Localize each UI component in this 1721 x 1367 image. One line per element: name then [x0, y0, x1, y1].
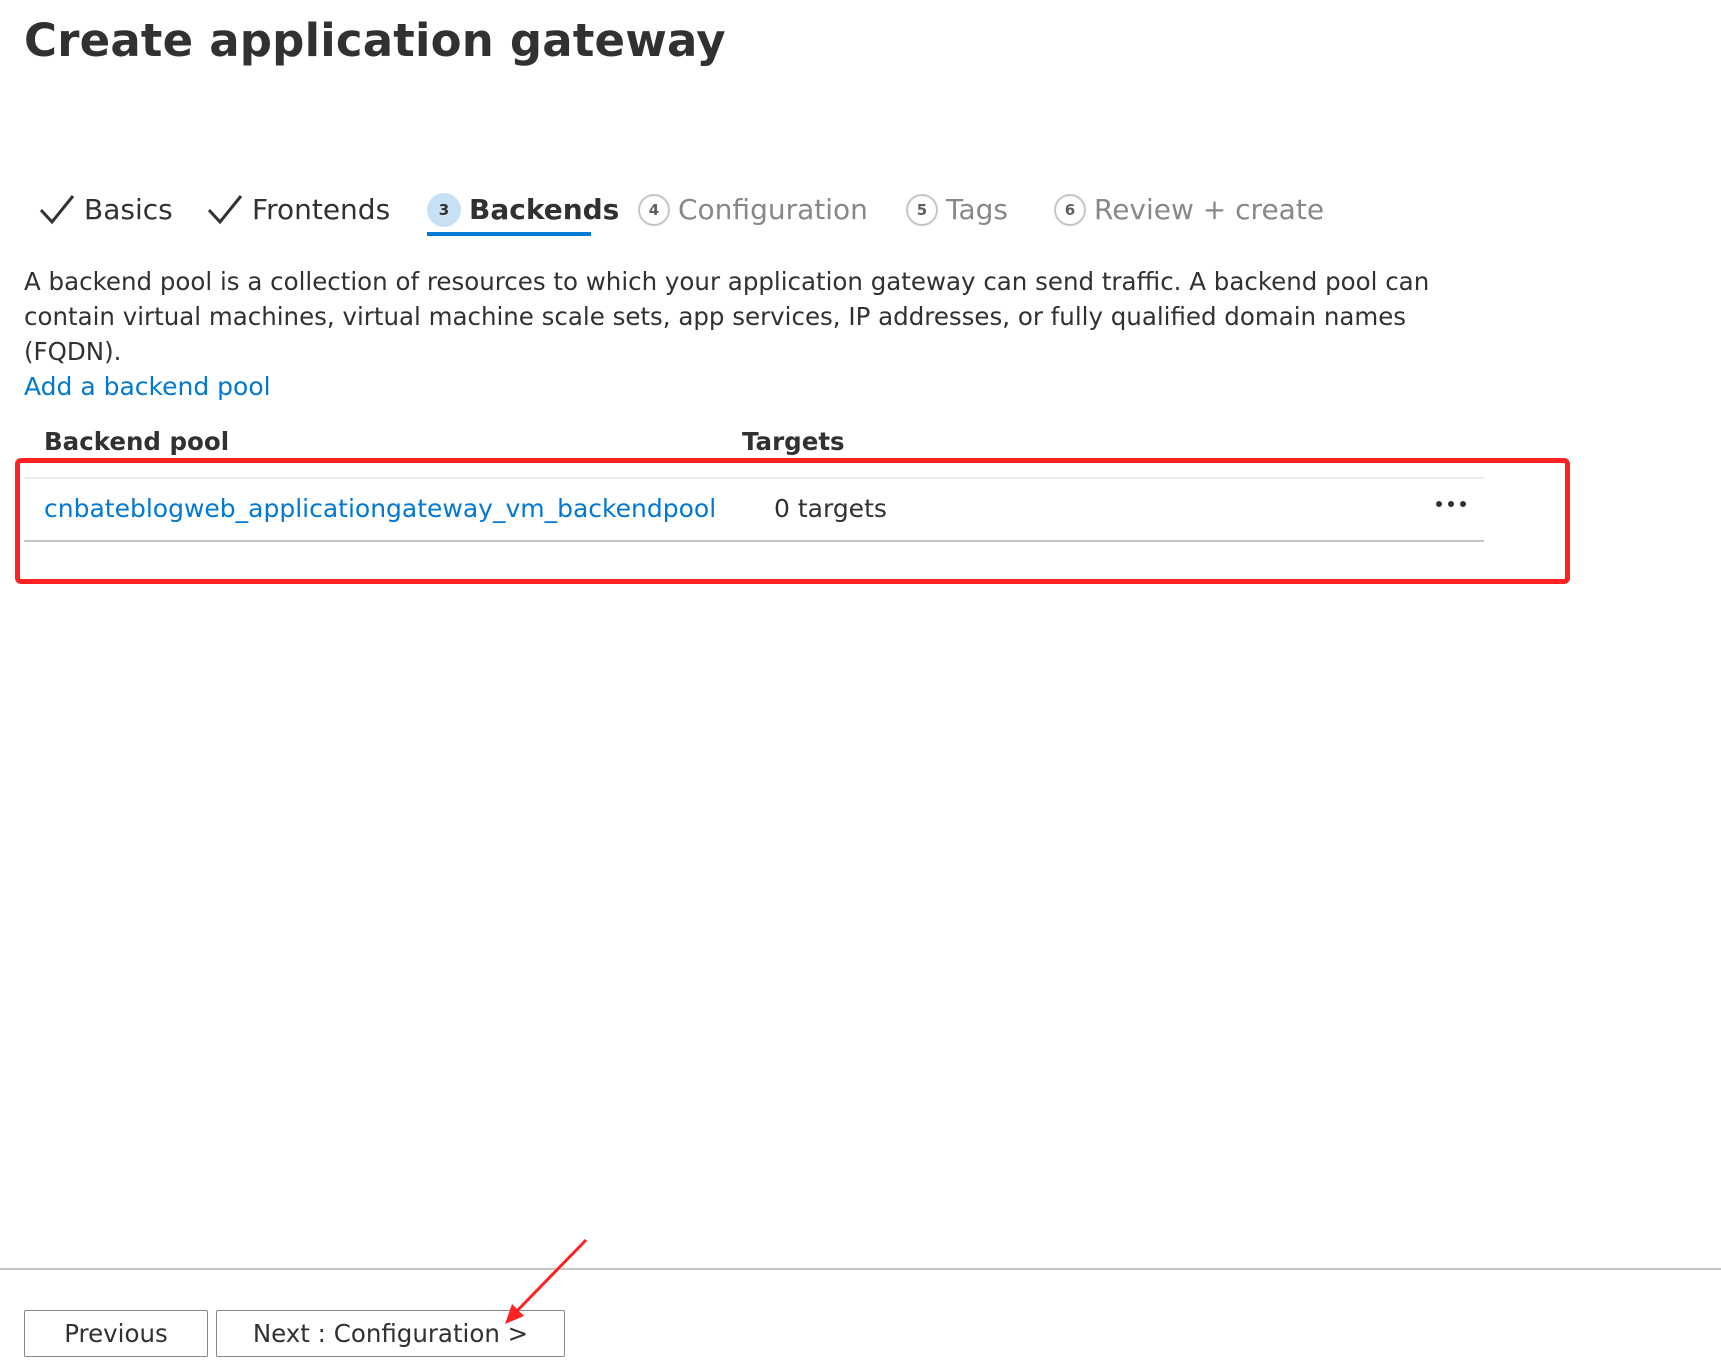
- ellipsis-icon[interactable]: [1426, 486, 1476, 522]
- previous-button[interactable]: Previous: [24, 1310, 208, 1357]
- tab-label: Backends: [469, 193, 620, 226]
- table-row-divider: [24, 540, 1484, 542]
- tab-tags[interactable]: 5 Tags: [906, 180, 1008, 240]
- tab-basics[interactable]: Basics: [38, 180, 173, 240]
- page-title: Create application gateway: [24, 14, 726, 67]
- dot: [1436, 501, 1442, 507]
- active-tab-indicator: [427, 232, 591, 236]
- create-app-gateway-page: Create application gateway Basics Fronte…: [0, 0, 1721, 1367]
- step-number-badge: 3: [427, 193, 461, 227]
- table-header-divider: [24, 477, 1484, 479]
- table-row: cnbateblogweb_applicationgateway_vm_back…: [24, 480, 1484, 540]
- dot: [1448, 501, 1454, 507]
- step-number-badge: 6: [1054, 194, 1086, 226]
- tab-label: Tags: [946, 193, 1008, 226]
- tab-label: Basics: [84, 193, 173, 226]
- step-number-badge: 4: [638, 194, 670, 226]
- dot: [1460, 501, 1466, 507]
- backend-pool-description: A backend pool is a collection of resour…: [24, 267, 1430, 366]
- wizard-tabs: Basics Frontends 3 Backends 4 Configurat…: [0, 180, 1721, 240]
- table-header: Backend pool Targets: [44, 425, 1484, 461]
- add-backend-pool-link[interactable]: Add a backend pool: [24, 372, 271, 401]
- column-header-backend-pool: Backend pool: [44, 427, 230, 456]
- footer-divider: [0, 1268, 1721, 1270]
- targets-count: 0 targets: [774, 494, 887, 523]
- tab-backends[interactable]: 3 Backends: [427, 180, 619, 240]
- tab-review-create[interactable]: 6 Review + create: [1054, 180, 1324, 240]
- tab-configuration[interactable]: 4 Configuration: [638, 180, 868, 240]
- checkmark-icon: [207, 195, 243, 225]
- step-number-badge: 5: [906, 194, 938, 226]
- tab-label: Configuration: [678, 193, 868, 226]
- backend-pool-name-link[interactable]: cnbateblogweb_applicationgateway_vm_back…: [44, 494, 716, 523]
- checkmark-icon: [39, 195, 75, 225]
- tab-label: Review + create: [1094, 193, 1325, 226]
- tab-frontends[interactable]: Frontends: [206, 180, 390, 240]
- column-header-targets: Targets: [742, 427, 845, 456]
- tab-label: Frontends: [252, 193, 391, 226]
- next-configuration-button[interactable]: Next : Configuration >: [216, 1310, 565, 1357]
